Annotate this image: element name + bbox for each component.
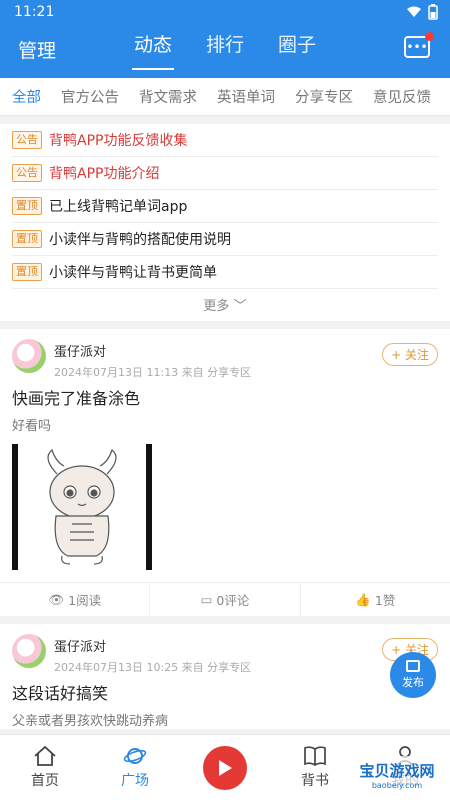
author-name[interactable]: 蛋仔派对 bbox=[54, 341, 251, 360]
planet-icon bbox=[123, 748, 147, 764]
play-icon bbox=[219, 759, 232, 776]
nav-home-label: 首页 bbox=[31, 773, 59, 789]
post-card[interactable]: 蛋仔派对 2024年07月13日 10:25 来自 分享专区 + 关注 这段话好… bbox=[0, 624, 450, 729]
bottom-navigation: 首页 广场 背书 我的 宝贝游戏网 baobeiy.com bbox=[0, 734, 450, 800]
nav-play[interactable] bbox=[180, 735, 270, 800]
nav-recite-label: 背书 bbox=[301, 773, 329, 789]
notice-title: 背鸭APP功能反馈收集 bbox=[49, 133, 188, 149]
manage-button[interactable]: 管理 bbox=[18, 36, 56, 63]
status-time: 11:21 bbox=[14, 4, 55, 20]
more-button[interactable]: 更多 ﹀ bbox=[12, 289, 438, 315]
notice-item[interactable]: 公告 背鸭APP功能反馈收集 bbox=[12, 124, 438, 157]
category-share[interactable]: 分享专区 bbox=[295, 86, 353, 107]
status-bar: 11:21 bbox=[0, 0, 450, 24]
notice-title: 小读伴与背鸭的搭配使用说明 bbox=[49, 232, 231, 248]
comment-count-label: 0评论 bbox=[216, 593, 250, 608]
status-icons bbox=[406, 4, 438, 20]
post-title: 快画完了准备涂色 bbox=[12, 389, 141, 408]
notice-title: 小读伴与背鸭让背书更简单 bbox=[49, 265, 217, 281]
read-count[interactable]: 👁 1阅读 bbox=[0, 583, 151, 616]
like-button[interactable]: 👍 1赞 bbox=[301, 583, 450, 616]
category-feedback[interactable]: 意见反馈 bbox=[373, 86, 431, 107]
notice-item[interactable]: 公告 背鸭APP功能介绍 bbox=[12, 157, 438, 190]
watermark: 宝贝游戏网 baobeiy.com bbox=[348, 754, 446, 794]
category-tabs: 全部 官方公告 背文需求 英语单词 分享专区 意见反馈 bbox=[0, 78, 450, 116]
notice-badge: 公告 bbox=[12, 131, 42, 149]
notice-title: 已上线背鸭记单词app bbox=[49, 199, 188, 215]
notice-badge: 置顶 bbox=[12, 197, 42, 215]
nav-home[interactable]: 首页 bbox=[0, 735, 90, 800]
tab-ranking[interactable]: 排行 bbox=[202, 30, 248, 57]
nav-square-label: 广场 bbox=[121, 773, 149, 789]
post-card[interactable]: 蛋仔派对 2024年07月13日 11:13 来自 分享专区 + 关注 快画完了… bbox=[0, 329, 450, 616]
home-icon bbox=[34, 745, 56, 766]
tab-circle[interactable]: 圈子 bbox=[274, 30, 320, 57]
more-label: 更多 bbox=[203, 299, 230, 314]
avatar[interactable] bbox=[12, 339, 46, 373]
post-header: 蛋仔派对 2024年07月13日 11:13 来自 分享专区 + 关注 bbox=[12, 339, 438, 379]
notice-list: 公告 背鸭APP功能反馈收集 公告 背鸭APP功能介绍 置顶 已上线背鸭记单词a… bbox=[0, 124, 450, 321]
post-title: 这段话好搞笑 bbox=[12, 684, 109, 703]
notice-item[interactable]: 置顶 小读伴与背鸭让背书更简单 bbox=[12, 256, 438, 289]
author-name[interactable]: 蛋仔派对 bbox=[54, 636, 251, 655]
notice-item[interactable]: 置顶 已上线背鸭记单词app bbox=[12, 190, 438, 223]
header-tabs: 动态 排行 圈子 bbox=[130, 30, 320, 70]
svg-text:宝贝游戏网: 宝贝游戏网 bbox=[359, 762, 434, 780]
play-button[interactable] bbox=[203, 745, 247, 790]
category-english-words[interactable]: 英语单词 bbox=[217, 86, 275, 107]
chat-icon: ••• bbox=[406, 40, 428, 54]
notice-badge: 置顶 bbox=[12, 263, 42, 281]
publish-button[interactable]: 发布 bbox=[390, 652, 436, 698]
svg-text:baobeiy.com: baobeiy.com bbox=[372, 781, 423, 790]
thumb-up-icon: 👍 bbox=[355, 591, 371, 607]
battery-icon bbox=[428, 4, 438, 20]
image-left-border bbox=[12, 444, 18, 570]
image-right-border bbox=[146, 444, 152, 570]
post-actions: 👁 1阅读 ▭ 0评论 👍 1赞 bbox=[0, 582, 450, 616]
nav-recite[interactable]: 背书 bbox=[270, 735, 360, 800]
chevron-down-icon: ﹀ bbox=[233, 299, 247, 314]
publish-label: 发布 bbox=[402, 676, 424, 689]
notice-title: 背鸭APP功能介绍 bbox=[49, 166, 160, 182]
category-official[interactable]: 官方公告 bbox=[61, 86, 119, 107]
read-count-label: 1阅读 bbox=[68, 593, 102, 608]
post-image[interactable] bbox=[12, 444, 152, 570]
post-description: 好看吗 bbox=[12, 419, 52, 434]
tab-dynamic[interactable]: 动态 bbox=[130, 30, 176, 70]
watermark-logo: 宝贝游戏网 baobeiy.com bbox=[350, 756, 444, 792]
comment-icon: ▭ bbox=[200, 592, 213, 607]
post-description: 父亲或者男孩欢快跳动养病 bbox=[12, 714, 169, 729]
message-button[interactable]: ••• bbox=[404, 32, 434, 58]
notice-badge: 置顶 bbox=[12, 230, 42, 248]
header: 管理 动态 排行 圈子 ••• bbox=[0, 28, 450, 72]
category-recite-request[interactable]: 背文需求 bbox=[139, 86, 197, 107]
post-meta: 2024年07月13日 11:13 来自 分享专区 bbox=[54, 366, 252, 379]
book-icon bbox=[304, 746, 326, 766]
notice-item[interactable]: 置顶 小读伴与背鸭的搭配使用说明 bbox=[12, 223, 438, 256]
like-count-label: 1赞 bbox=[374, 593, 396, 608]
top-app-bar: 11:21 管理 动态 排行 圈子 ••• bbox=[0, 0, 450, 78]
post-header: 蛋仔派对 2024年07月13日 10:25 来自 分享专区 + 关注 bbox=[12, 634, 438, 674]
category-all[interactable]: 全部 bbox=[12, 86, 41, 107]
edit-icon bbox=[406, 660, 420, 672]
wifi-icon bbox=[407, 6, 421, 17]
dragon-sketch-icon bbox=[47, 448, 117, 565]
post-meta: 2024年07月13日 10:25 来自 分享专区 bbox=[54, 661, 252, 674]
follow-button[interactable]: + 关注 bbox=[382, 343, 438, 366]
eye-icon: 👁 bbox=[48, 591, 65, 607]
unread-dot bbox=[425, 32, 434, 41]
notice-badge: 公告 bbox=[12, 164, 42, 182]
nav-square[interactable]: 广场 bbox=[90, 735, 180, 800]
avatar[interactable] bbox=[12, 634, 46, 668]
comment-button[interactable]: ▭ 0评论 bbox=[150, 583, 301, 616]
